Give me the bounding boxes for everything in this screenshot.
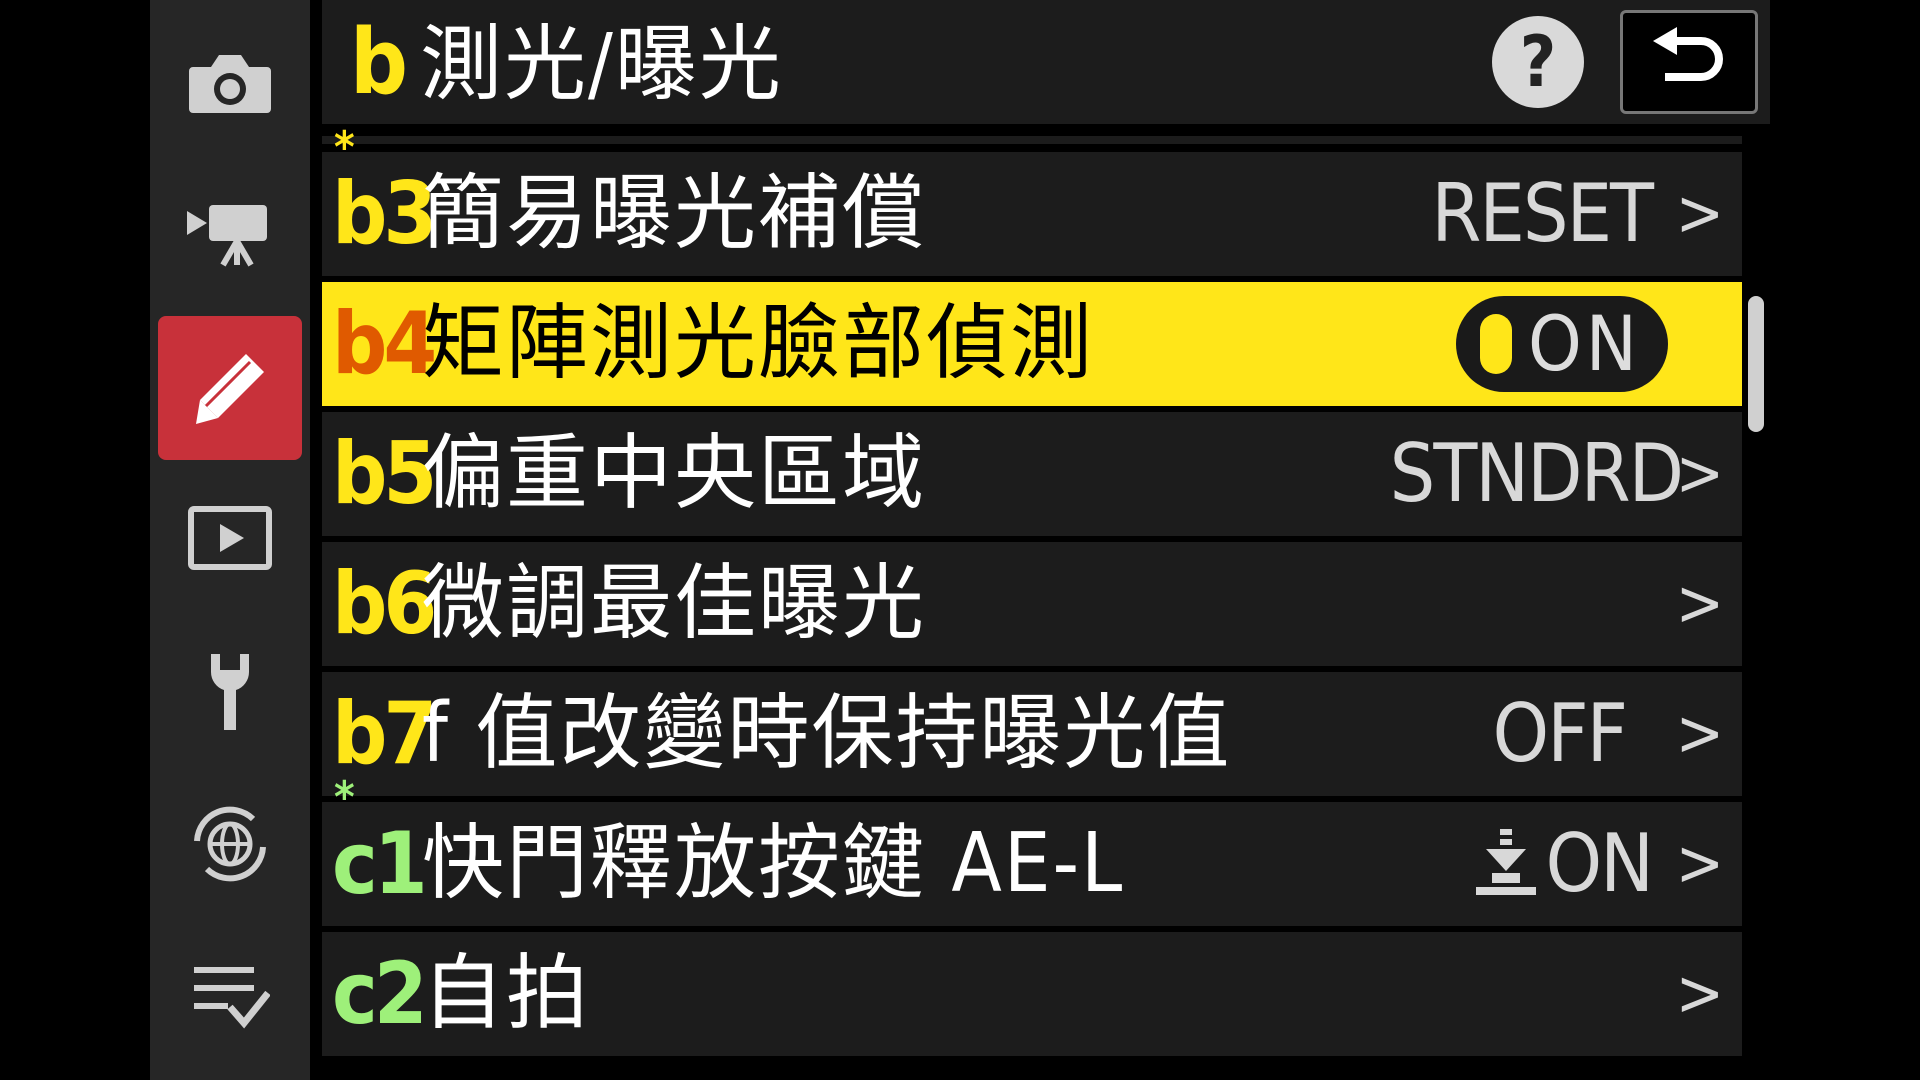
menu-row-b4[interactable]: b4 矩陣測光臉部偵測 ON [322,282,1742,406]
item-label: 自拍 [422,946,591,1041]
back-button[interactable] [1620,10,1758,114]
wrench-icon [211,654,249,730]
play-icon [188,506,272,570]
chevron-right-icon: > [1675,957,1724,1031]
menu-tabs-sidebar [150,0,310,1080]
item-label: 快門釋放按鍵 AE-L [422,816,1125,911]
page-title: 測光/曝光 [420,17,783,112]
item-code: b5 [332,424,437,524]
item-label: f 值改變時保持曝光值 [422,686,1232,781]
menu-row-b3[interactable]: * b3 簡易曝光補償 RESET > [322,122,1742,276]
menu-group-letter: b [350,10,408,115]
return-icon [1653,27,1723,81]
item-code: b6 [332,554,437,654]
chevron-right-icon: > [1675,177,1724,251]
tab-custom-settings-menu[interactable] [158,316,302,460]
item-value: RESET [1431,167,1654,260]
tab-playback-menu[interactable] [158,466,302,610]
on-off-toggle[interactable]: ON [1456,296,1668,392]
toggle-state: ON [1528,299,1641,388]
tab-setup-menu[interactable] [158,620,302,764]
help-button[interactable]: ? [1492,16,1584,108]
movie-camera-icon [187,205,267,267]
pencil-icon [196,354,264,424]
tab-network-menu[interactable] [158,772,302,916]
item-code: b4 [332,294,437,394]
menu-row-b5[interactable]: b5 偏重中央區域 STNDRD > [322,412,1742,536]
toggle-knob [1480,314,1512,374]
item-label: 簡易曝光補償 [422,166,927,261]
tab-photo-shooting-menu[interactable] [158,10,302,154]
tab-movie-recording-menu[interactable] [158,160,302,304]
item-code: * c1 [332,772,428,914]
menu-row-b6[interactable]: b6 微調最佳曝光 > [322,542,1742,666]
chevron-right-icon: > [1675,437,1724,511]
item-label: 矩陣測光臉部偵測 [422,296,1095,391]
item-label: 偏重中央區域 [422,426,927,521]
globe-icon [194,806,266,882]
checklist-icon [194,967,270,1029]
menu-row-b7[interactable]: b7 f 值改變時保持曝光值 OFF > [322,672,1742,796]
menu-header: b 測光/曝光 ? [322,0,1770,124]
chevron-right-icon: > [1675,567,1724,641]
tab-my-menu[interactable] [158,924,302,1068]
menu-row-c2[interactable]: c2 自拍 > [322,932,1742,1056]
camera-icon [189,55,271,113]
item-label: 微調最佳曝光 [422,556,927,651]
header-divider [322,136,1742,144]
scrollbar-thumb[interactable] [1748,296,1764,432]
menu-row-c1[interactable]: * c1 快門釋放按鍵 AE-L ON > [322,772,1742,926]
chevron-right-icon: > [1675,827,1724,901]
item-value: STNDRD [1389,427,1684,520]
chevron-right-icon: > [1675,697,1724,771]
half-press-icon [1475,829,1536,896]
item-value: ON [1470,802,1654,926]
item-code: c2 [332,944,428,1044]
item-code: * b3 [332,122,437,264]
item-value: OFF [1492,687,1628,780]
